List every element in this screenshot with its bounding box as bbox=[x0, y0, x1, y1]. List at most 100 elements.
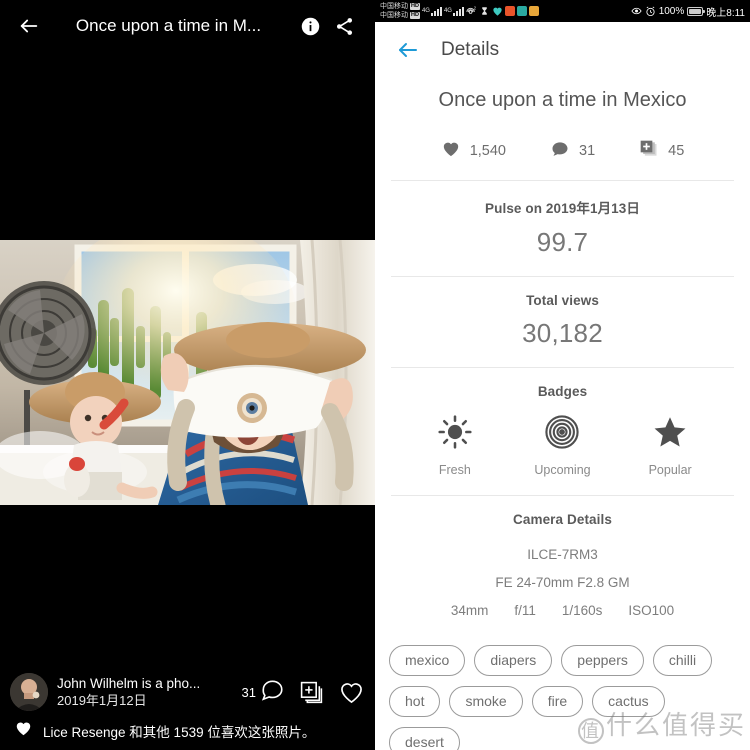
share-icon[interactable] bbox=[327, 11, 361, 41]
exif-shutter-speed: 1/160s bbox=[561, 603, 603, 618]
camera-exif: 34mm f/11 1/160s ISO100 bbox=[375, 597, 750, 625]
adds-stat[interactable]: 45 bbox=[639, 139, 684, 164]
tags-list: mexico diapers peppers chilli hot smoke … bbox=[375, 635, 750, 750]
tag-chip[interactable]: peppers bbox=[561, 645, 644, 676]
badge-fresh[interactable]: Fresh bbox=[410, 415, 500, 477]
back-arrow-icon[interactable] bbox=[14, 11, 44, 41]
views-section: Total views 30,182 bbox=[375, 277, 750, 367]
badge-label: Fresh bbox=[438, 463, 471, 477]
details-pane: 中国移动 HD 中国移动 HD 4G 4G 2 100% 晚上8:11 Deta… bbox=[375, 0, 750, 750]
play-app-icon bbox=[504, 6, 515, 16]
camera-lines: ILCE-7RM3 FE 24-70mm F2.8 GM 34mm f/11 1… bbox=[375, 541, 750, 625]
hourglass-icon bbox=[479, 6, 490, 17]
status-bar-right: 100% 晚上8:11 bbox=[631, 4, 745, 19]
likes-count: 1,540 bbox=[469, 143, 506, 159]
tag-chip[interactable]: cactus bbox=[592, 686, 665, 717]
viewer-bottom-bar: John Wilhelm is a pho... 2019年1月12日 31 L… bbox=[0, 668, 375, 750]
exif-aperture: f/11 bbox=[514, 603, 536, 618]
comment-count: 31 bbox=[241, 684, 256, 700]
exif-focal-length: 34mm bbox=[450, 603, 489, 618]
author-name[interactable]: John Wilhelm is a pho... bbox=[57, 675, 228, 692]
status-time: 晚上8:11 bbox=[706, 7, 745, 19]
photo-viewer-pane: Once upon a time in M... John Wilhelm is… bbox=[0, 0, 375, 750]
likes-summary-text: Lice Resenge 和其他 1539 位喜欢这张照片。 bbox=[43, 725, 316, 740]
tag-chip[interactable]: chilli bbox=[652, 645, 713, 676]
photo-image[interactable] bbox=[0, 240, 375, 505]
info-icon[interactable] bbox=[293, 11, 327, 41]
pulse-section: Pulse on 2019年1月13日 99.7 bbox=[375, 181, 750, 276]
adds-count: 45 bbox=[668, 143, 685, 159]
photo-title: Once upon a time in Mexico bbox=[438, 89, 687, 111]
network-type-1: 4G bbox=[421, 8, 430, 14]
comments-stat[interactable]: 31 bbox=[550, 139, 595, 164]
badge-popular[interactable]: Popular bbox=[625, 415, 715, 477]
viewer-title: Once upon a time in M... bbox=[75, 16, 262, 35]
alarm-clock-icon bbox=[645, 6, 656, 17]
camera-lens: FE 24-70mm F2.8 GM bbox=[495, 575, 630, 590]
app-screen: Once upon a time in M... John Wilhelm is… bbox=[0, 0, 750, 750]
camera-title: Camera Details bbox=[513, 512, 612, 527]
hd-badge-2: HD bbox=[410, 12, 420, 19]
exif-iso: ISO100 bbox=[628, 603, 675, 618]
pulse-value: 99.7 bbox=[536, 227, 589, 257]
details-header: Details bbox=[375, 22, 750, 78]
viewer-toolbar: Once upon a time in M... bbox=[0, 0, 375, 52]
add-to-album-icon bbox=[639, 139, 659, 164]
camera-section: Camera Details ILCE-7RM3 FE 24-70mm F2.8… bbox=[375, 496, 750, 635]
comment-icon bbox=[259, 677, 285, 708]
heart-filled-icon bbox=[14, 719, 33, 743]
photo-illustration bbox=[0, 240, 375, 505]
views-value: 30,182 bbox=[522, 318, 603, 348]
avatar[interactable] bbox=[10, 673, 48, 711]
badges-row: Fresh Upcoming Popular bbox=[375, 415, 750, 477]
status-bar: 中国移动 HD 中国移动 HD 4G 4G 2 100% 晚上8:11 bbox=[375, 0, 750, 22]
photo-date: 2019年1月12日 bbox=[57, 693, 147, 708]
tag-chip[interactable]: mexico bbox=[389, 645, 466, 676]
gallery-app-icon bbox=[528, 6, 539, 16]
battery-full-icon bbox=[687, 6, 706, 16]
tag-chip[interactable]: diapers bbox=[474, 645, 553, 676]
badge-upcoming[interactable]: Upcoming bbox=[517, 415, 607, 477]
author-info: John Wilhelm is a pho... 2019年1月12日 bbox=[57, 675, 228, 709]
network-type-2: 4G bbox=[443, 8, 452, 14]
tag-chip[interactable]: desert bbox=[389, 727, 460, 750]
badge-label: Upcoming bbox=[534, 463, 591, 477]
tag-chip[interactable]: smoke bbox=[449, 686, 523, 717]
author-row: John Wilhelm is a pho... 2019年1月12日 31 bbox=[10, 668, 365, 716]
carrier-labels: 中国移动 HD 中国移动 HD bbox=[380, 2, 420, 20]
badge-label: Popular bbox=[648, 463, 692, 477]
back-arrow-icon[interactable] bbox=[391, 33, 425, 67]
concentric-circles-icon bbox=[545, 415, 580, 454]
tag-chip[interactable]: hot bbox=[389, 686, 441, 717]
wifi-hotspot-icon: 2 bbox=[466, 6, 477, 17]
status-bar-left: 中国移动 HD 中国移动 HD 4G 4G 2 bbox=[380, 2, 631, 20]
tag-chip[interactable]: fire bbox=[531, 686, 584, 717]
comment-action[interactable]: 31 bbox=[242, 677, 285, 708]
badges-section: Badges Fresh Upcoming Popular bbox=[375, 368, 750, 495]
stats-row: 1,540 31 45 bbox=[375, 122, 750, 180]
heart-app-icon bbox=[492, 6, 503, 17]
likes-stat[interactable]: 1,540 bbox=[441, 139, 506, 164]
eye-protection-icon bbox=[631, 6, 642, 17]
views-title: Total views bbox=[526, 293, 599, 308]
pulse-title: Pulse on 2019年1月13日 bbox=[485, 201, 640, 216]
likes-summary-row: Lice Resenge 和其他 1539 位喜欢这张照片。 bbox=[10, 716, 365, 746]
battery-percent: 100% bbox=[658, 5, 685, 17]
sun-icon bbox=[438, 415, 472, 454]
star-icon bbox=[653, 415, 687, 454]
svg-text:2: 2 bbox=[474, 6, 477, 11]
comments-count: 31 bbox=[579, 143, 596, 159]
badges-title: Badges bbox=[537, 384, 588, 399]
heart-filled-icon bbox=[441, 139, 461, 164]
signal-bars-1 bbox=[430, 6, 442, 16]
camera-app-icon bbox=[516, 6, 527, 16]
like-button[interactable] bbox=[338, 679, 365, 706]
page-title: Details bbox=[441, 39, 500, 60]
add-to-album-button[interactable] bbox=[299, 680, 324, 705]
comment-icon bbox=[550, 139, 570, 164]
avatar-image bbox=[10, 673, 48, 711]
hd-badge-1: HD bbox=[410, 3, 420, 10]
camera-body: ILCE-7RM3 bbox=[527, 547, 598, 562]
signal-bars-2 bbox=[452, 6, 464, 16]
carrier-name-1: 中国移动 bbox=[380, 3, 408, 10]
